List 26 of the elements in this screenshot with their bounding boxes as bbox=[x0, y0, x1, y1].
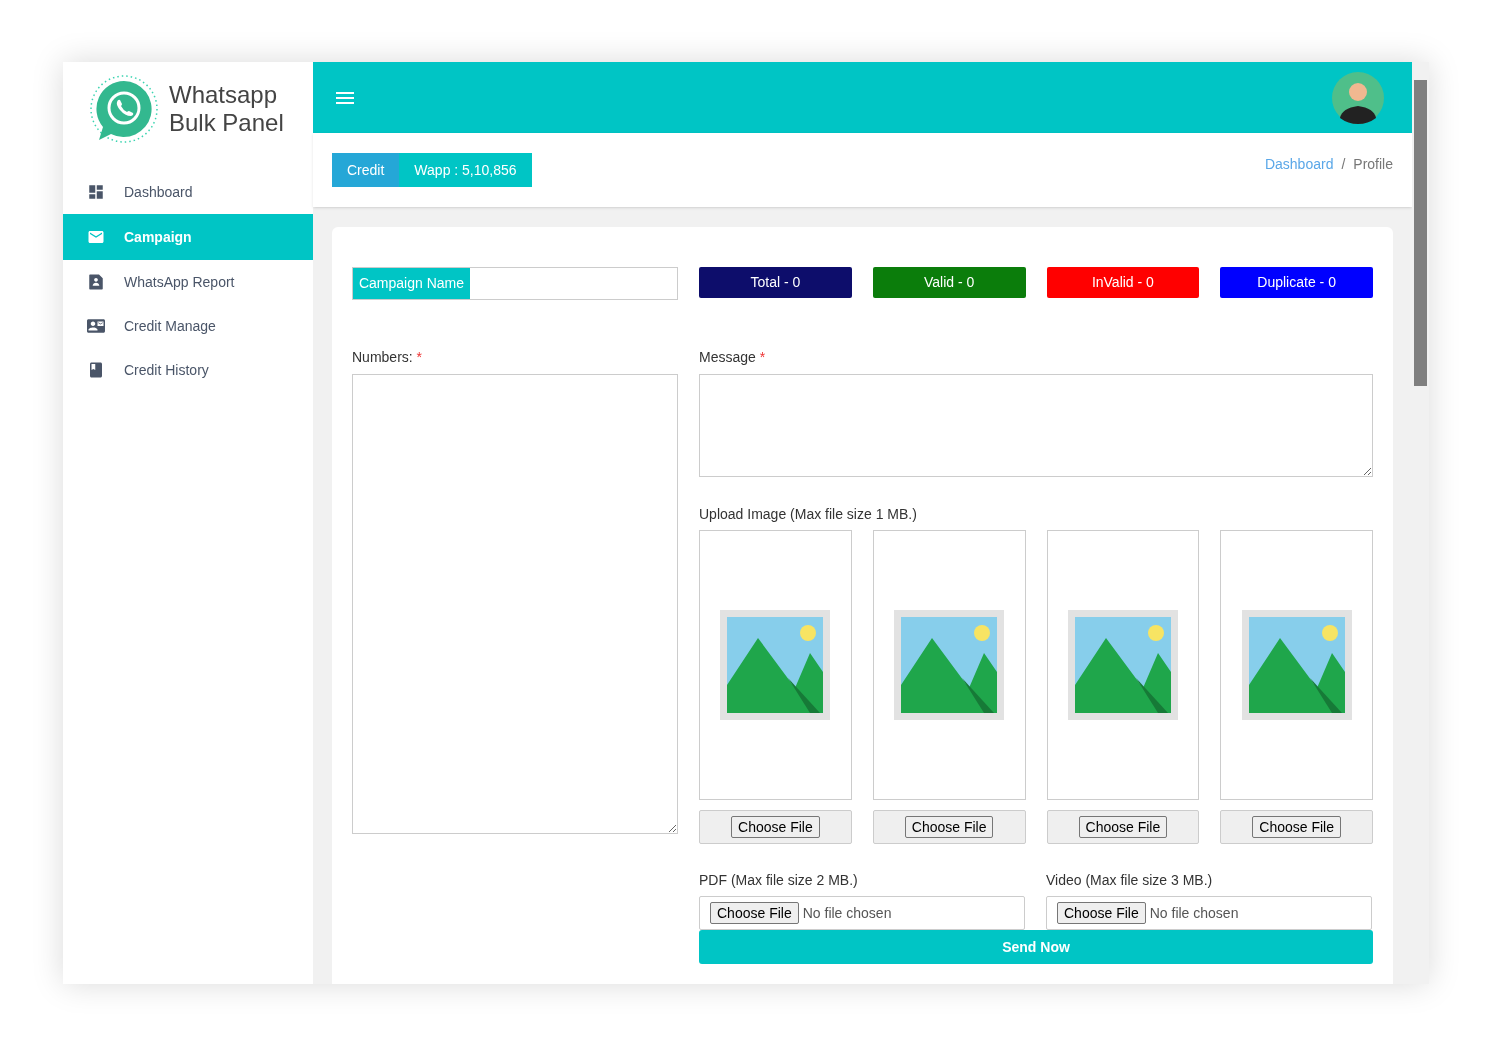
field-label: Video (Max file size 3 MB.) bbox=[1046, 871, 1214, 888]
stat-badge: InValid - 0 bbox=[1046, 267, 1200, 298]
sidebar-item[interactable]: Credit Manage bbox=[63, 304, 313, 348]
stat-badge: Total - 0 bbox=[699, 267, 852, 298]
choose-file-button[interactable]: Choose File bbox=[710, 902, 799, 924]
choose-file-button[interactable]: Choose File bbox=[1078, 816, 1168, 838]
brand-title: Whatsapp Bulk Panel bbox=[169, 81, 284, 137]
sidebar-item[interactable]: Credit History bbox=[63, 348, 313, 392]
stat-badge: Duplicate - 0 bbox=[1220, 267, 1373, 298]
sidebar-item[interactable]: WhatsApp Report bbox=[63, 260, 313, 304]
field-label: Message * bbox=[699, 348, 767, 365]
choose-file-button[interactable]: Choose File bbox=[1057, 902, 1146, 924]
breadcrumb-current: Profile bbox=[1353, 155, 1393, 174]
stat-badge: Valid - 0 bbox=[872, 267, 1026, 298]
file-input[interactable]: Choose File bbox=[1220, 810, 1373, 844]
choose-file-button[interactable]: Choose File bbox=[731, 816, 820, 838]
field-label: Upload Image (Max file size 1 MB.) bbox=[699, 505, 918, 522]
choose-file-button[interactable]: Choose File bbox=[904, 816, 994, 838]
choose-file-button[interactable]: Choose File bbox=[1252, 816, 1341, 838]
sidebar-item[interactable]: Dashboard bbox=[63, 170, 313, 214]
field-label: PDF (Max file size 2 MB.) bbox=[699, 871, 859, 888]
file-input[interactable]: Choose File bbox=[699, 810, 852, 844]
file-input[interactable]: Choose File bbox=[1046, 810, 1200, 844]
breadcrumb-separator: / bbox=[1341, 155, 1346, 174]
field-label: Numbers: * bbox=[352, 348, 424, 365]
file-input[interactable]: Choose File bbox=[872, 810, 1026, 844]
